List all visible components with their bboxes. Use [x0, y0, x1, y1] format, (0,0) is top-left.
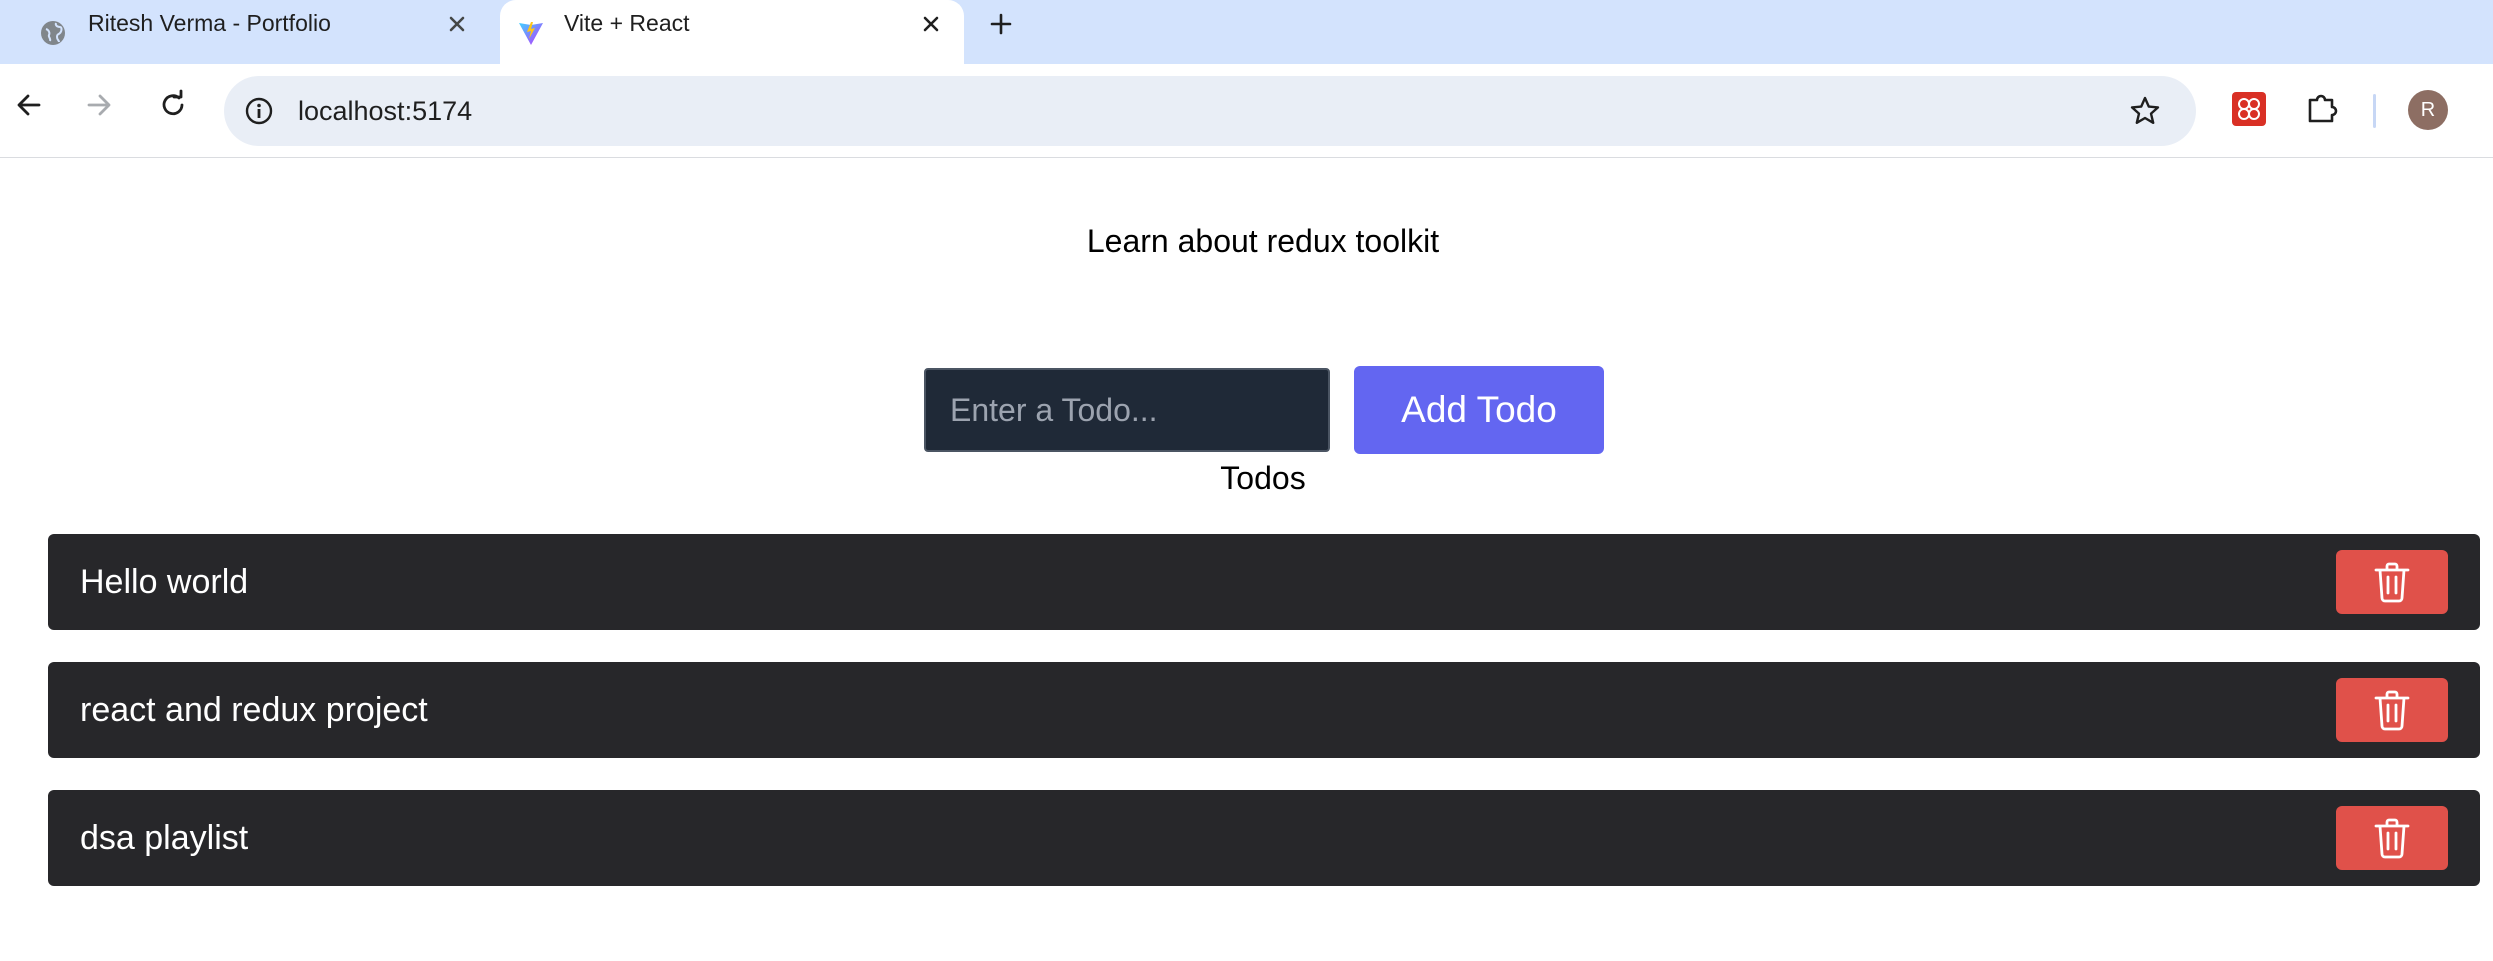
- close-icon[interactable]: [918, 11, 944, 37]
- todo-text: Hello world: [80, 563, 249, 601]
- close-icon[interactable]: [444, 11, 470, 37]
- trash-icon: [2374, 690, 2410, 731]
- address-bar[interactable]: localhost:5174: [224, 76, 2196, 146]
- todos-heading: Todos: [1220, 460, 1306, 496]
- site-info-icon[interactable]: [244, 96, 274, 126]
- tab-vite-react[interactable]: Vite + React: [500, 0, 964, 64]
- reload-icon[interactable]: [156, 88, 190, 122]
- delete-todo-button[interactable]: [2336, 806, 2448, 870]
- vite-logo-icon: [519, 22, 543, 45]
- globe-icon: [41, 21, 65, 45]
- tab-title: Ritesh Verma - Portfolio: [88, 10, 331, 36]
- browser-toolbar: localhost:5174 R: [0, 64, 2493, 158]
- trash-icon: [2374, 818, 2410, 859]
- tab-portfolio[interactable]: Ritesh Verma - Portfolio: [0, 0, 500, 64]
- extension-flower-icon: [2238, 98, 2260, 120]
- todo-item: dsa playlist: [48, 790, 2480, 886]
- trash-icon: [2374, 562, 2410, 603]
- extension-icon[interactable]: [2232, 92, 2266, 126]
- todo-item: Hello world: [48, 534, 2480, 630]
- new-tab-plus-icon[interactable]: [986, 9, 1016, 39]
- todo-text: react and redux project: [80, 691, 428, 729]
- delete-todo-button[interactable]: [2336, 550, 2448, 614]
- tab-strip: Ritesh Verma - Portfolio Vite + React: [0, 0, 2493, 64]
- add-todo-button[interactable]: Add Todo: [1354, 366, 1604, 454]
- address-url: localhost:5174: [298, 96, 473, 126]
- extensions-puzzle-icon[interactable]: [2304, 90, 2340, 126]
- todo-text: dsa playlist: [80, 819, 249, 857]
- tab-title: Vite + React: [564, 10, 690, 36]
- forward-arrow-icon[interactable]: [82, 88, 116, 122]
- page-heading: Learn about redux toolkit: [1086, 223, 1440, 259]
- profile-avatar[interactable]: R: [2408, 90, 2448, 130]
- back-arrow-icon[interactable]: [12, 88, 46, 122]
- todo-list: Hello world react and redux project dsa …: [48, 534, 2480, 918]
- delete-todo-button[interactable]: [2336, 678, 2448, 742]
- bookmark-star-icon[interactable]: [2128, 94, 2162, 128]
- todo-item: react and redux project: [48, 662, 2480, 758]
- todo-input[interactable]: [924, 368, 1330, 452]
- toolbar-separator: [2373, 94, 2376, 128]
